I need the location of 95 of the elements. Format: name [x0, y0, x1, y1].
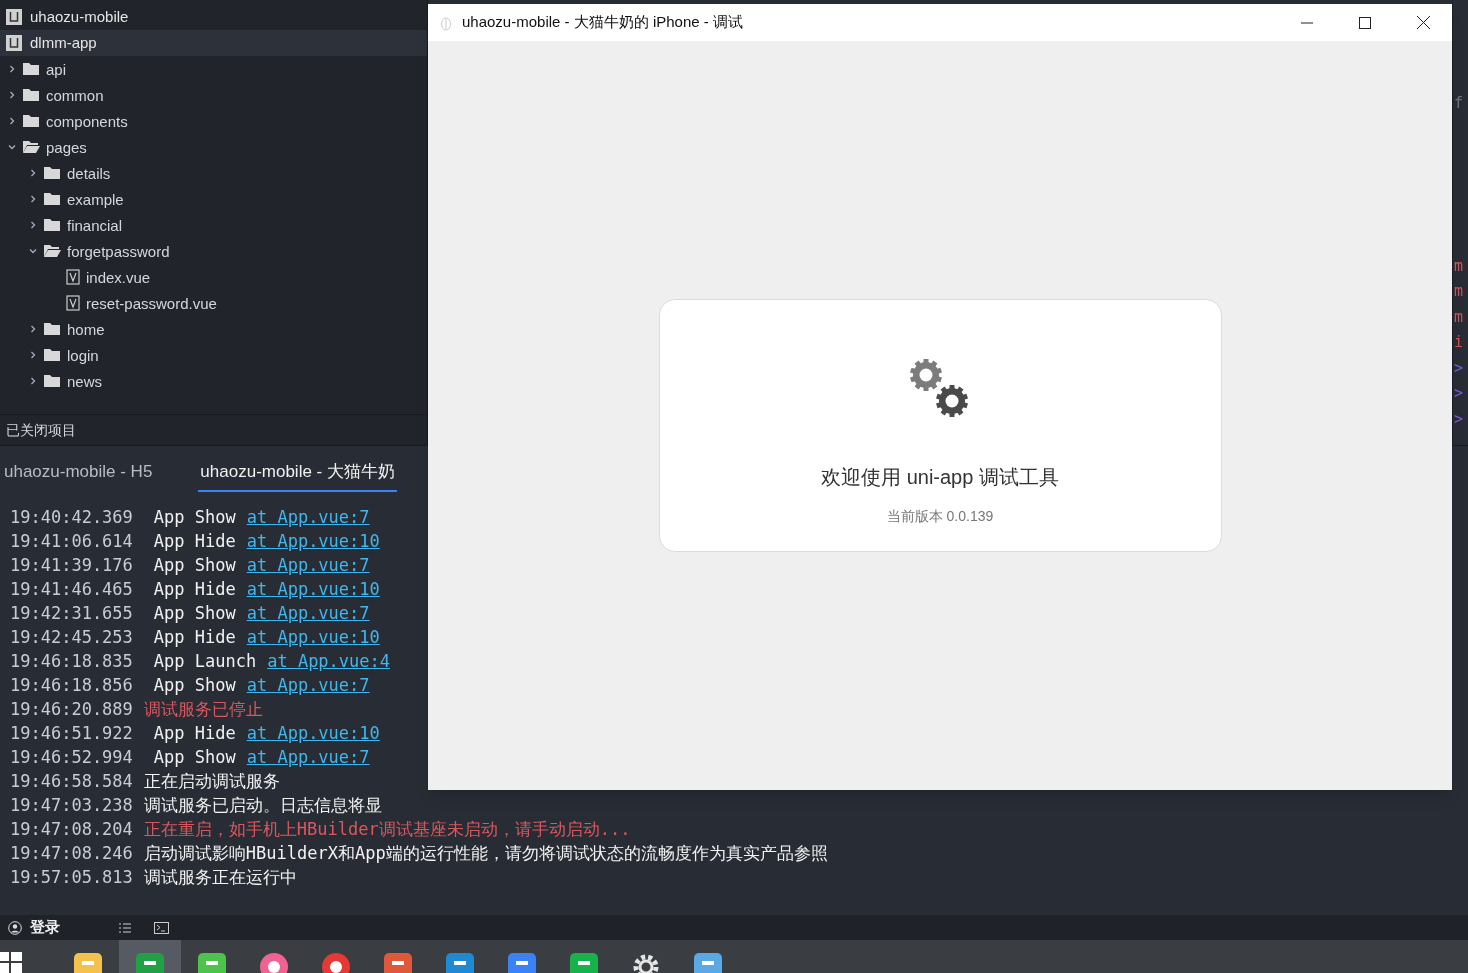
code-fragment: > — [1454, 357, 1464, 379]
log-error: 正在重启，如手机上HBuilder调试基座未启动，请手动启动... — [143, 818, 631, 842]
log-timestamp: 19:47:08.204 — [10, 818, 133, 842]
folder-name[interactable]: home — [67, 321, 105, 337]
chevron-right-icon[interactable] — [29, 169, 37, 177]
vue-file-icon — [66, 295, 80, 311]
log-timestamp: 19:46:58.584 — [10, 770, 133, 794]
chevron-right-icon[interactable] — [29, 195, 37, 203]
file-name[interactable]: index.vue — [86, 269, 151, 285]
maximize-icon — [1359, 16, 1371, 29]
folder-name[interactable]: login — [67, 347, 99, 363]
settings-icon[interactable] — [631, 952, 661, 973]
chevron-right-icon[interactable] — [29, 325, 37, 333]
project-row[interactable]: uhaozu-mobile — [0, 4, 427, 30]
folder-name[interactable]: common — [46, 87, 104, 103]
chevron-right-icon[interactable] — [29, 377, 37, 385]
chevron-right-icon[interactable] — [8, 117, 16, 125]
project-row[interactable]: dlmm-app — [0, 30, 427, 56]
log-message: App Show — [153, 746, 236, 770]
list-icon[interactable] — [118, 921, 132, 934]
source-link[interactable]: at App.vue:7 — [246, 673, 370, 699]
window-title: uhaozu-mobile - 大猫牛奶的 iPhone - 调试 — [462, 12, 743, 33]
vue-file-icon — [66, 269, 80, 285]
log-timestamp: 19:41:39.176 — [10, 554, 133, 578]
user-icon[interactable] — [8, 920, 22, 935]
log-message: App Hide — [153, 578, 236, 602]
log-message: App Hide — [153, 530, 236, 554]
terminal-icon[interactable] — [154, 921, 169, 934]
folder-name[interactable]: pages — [46, 139, 87, 155]
version-text: 当前版本 0.0.139 — [886, 507, 994, 526]
code-fragment: m — [1454, 255, 1464, 277]
chevron-right-icon[interactable] — [29, 221, 37, 229]
console-tab[interactable]: uhaozu-mobile - H5 — [2, 458, 155, 492]
folder-name[interactable]: example — [67, 191, 124, 207]
code-fragment: > — [1454, 408, 1464, 430]
close-icon — [1416, 16, 1430, 29]
log-timestamp: 19:46:20.889 — [10, 698, 133, 722]
log-timestamp: 19:57:05.813 — [10, 866, 133, 890]
log-timestamp: 19:47:08.246 — [10, 842, 133, 866]
source-link[interactable]: at App.vue:7 — [246, 553, 370, 579]
log-message: 正在启动调试服务 — [143, 770, 280, 794]
folder-name[interactable]: financial — [67, 217, 123, 233]
source-link[interactable]: at App.vue:7 — [246, 601, 370, 627]
file-name[interactable]: reset-password.vue — [86, 295, 217, 311]
source-link[interactable]: at App.vue:10 — [246, 577, 380, 603]
chevron-right-icon[interactable] — [8, 91, 16, 99]
chevron-right-icon[interactable] — [8, 65, 16, 73]
log-timestamp: 19:46:18.856 — [10, 674, 133, 698]
log-message: App Launch — [153, 650, 257, 674]
log-timestamp: 19:46:51.922 — [10, 722, 133, 746]
login-link[interactable]: 登录 — [30, 916, 60, 939]
console-tab[interactable]: uhaozu-mobile - 大猫牛奶 — [198, 458, 397, 492]
source-link[interactable]: at App.vue:4 — [267, 649, 390, 675]
folder-name[interactable]: details — [67, 165, 111, 181]
log-timestamp: 19:41:46.465 — [10, 578, 133, 602]
log-timestamp: 19:46:52.994 — [10, 746, 133, 770]
closed-projects-label[interactable]: 已关闭项目 — [6, 419, 76, 441]
folder-name[interactable]: api — [46, 61, 67, 77]
log-timestamp: 19:40:42.369 — [10, 506, 133, 530]
log-message: App Show — [153, 506, 236, 530]
open-folder-icon — [43, 244, 61, 258]
code-fragment: f — [1454, 93, 1464, 114]
log-message: App Show — [153, 554, 236, 578]
code-fragment: > — [1454, 383, 1464, 404]
folder-name[interactable]: news — [67, 373, 103, 389]
log-message: App Hide — [153, 722, 236, 746]
log-message: App Show — [153, 674, 236, 698]
log-error: 调试服务已停止 — [143, 698, 263, 722]
log-timestamp: 19:42:45.253 — [10, 626, 133, 650]
code-fragment: m — [1454, 281, 1464, 302]
code-fragment: i — [1454, 332, 1464, 353]
welcome-title: 欢迎使用 uni-app 调试工具 — [821, 465, 1059, 490]
log-message: 调试服务已启动。日志信息将显 — [143, 794, 382, 818]
code-fragment: m — [1454, 306, 1464, 328]
log-timestamp: 19:41:06.614 — [10, 530, 133, 554]
folder-name[interactable]: components — [46, 113, 128, 129]
log-message: App Hide — [153, 626, 236, 650]
project-icon — [6, 35, 22, 51]
log-message: 启动调试影响HBuilderX和App端的运行性能，请勿将调试状态的流畅度作为真实产品参照 — [143, 842, 828, 866]
log-message: App Show — [153, 602, 236, 626]
log-timestamp: 19:42:31.655 — [10, 602, 133, 626]
project-icon — [6, 9, 22, 25]
source-link[interactable]: at App.vue:10 — [246, 721, 380, 747]
log-message: 调试服务正在运行中 — [143, 866, 297, 890]
log-timestamp: 19:47:03.238 — [10, 794, 133, 818]
source-link[interactable]: at App.vue:10 — [246, 625, 380, 651]
folder-name[interactable]: forgetpassword — [67, 243, 170, 259]
open-folder-icon — [22, 140, 40, 154]
source-link[interactable]: at App.vue:7 — [246, 505, 370, 531]
chevron-down-icon[interactable] — [8, 143, 16, 151]
chevron-right-icon[interactable] — [29, 351, 37, 359]
source-link[interactable]: at App.vue:10 — [246, 529, 380, 555]
chevron-down-icon[interactable] — [29, 247, 37, 255]
source-link[interactable]: at App.vue:7 — [246, 745, 370, 771]
log-timestamp: 19:46:18.835 — [10, 650, 133, 674]
